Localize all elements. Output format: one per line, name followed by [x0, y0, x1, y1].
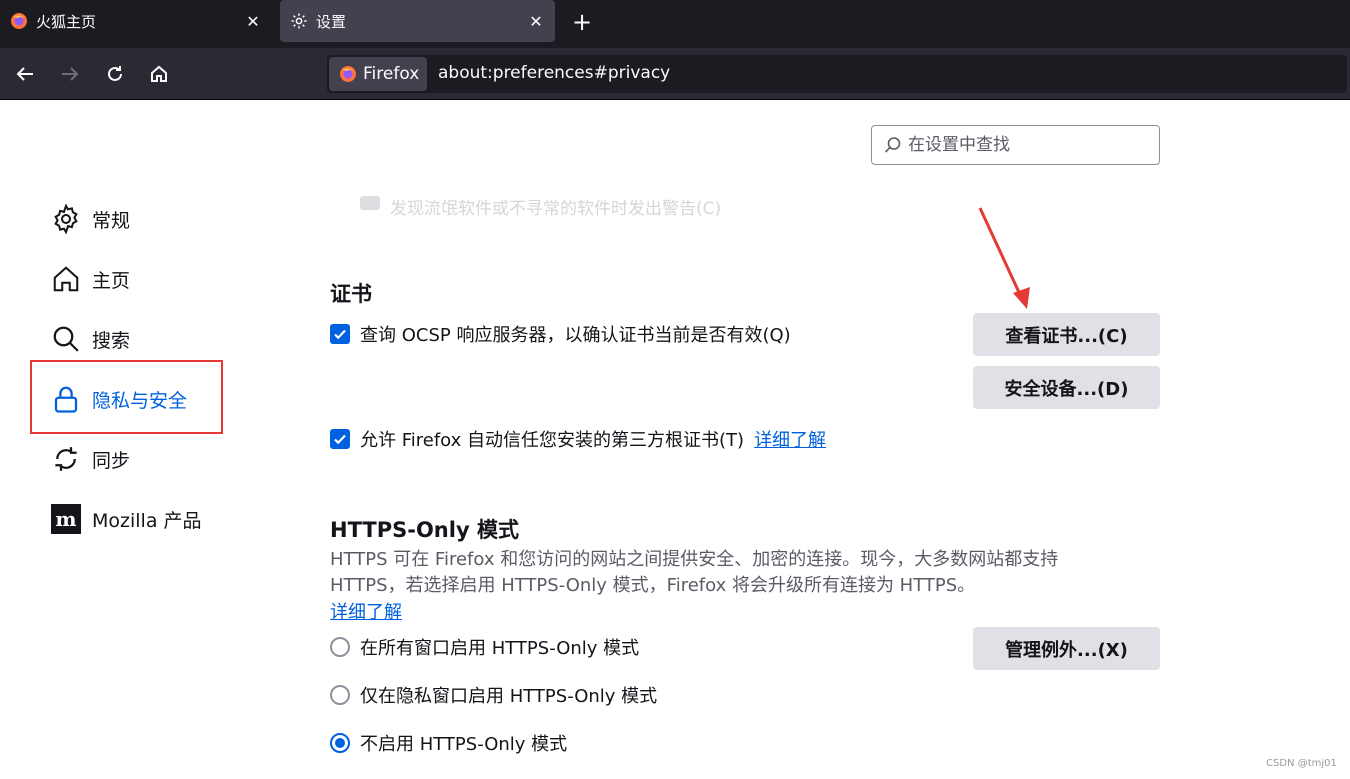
radio-all-windows[interactable]: 在所有窗口启用 HTTPS-Only 模式	[330, 634, 639, 660]
checkbox-checked-icon[interactable]	[330, 429, 350, 449]
https-only-description: HTTPS 可在 Firefox 和您访问的网站之间提供安全、加密的连接。现今，…	[330, 549, 1059, 596]
home-icon[interactable]	[147, 62, 171, 86]
radio-label: 不启用 HTTPS-Only 模式	[360, 734, 568, 755]
third-party-label: 允许 Firefox 自动信任您安装的第三方根证书(T)	[360, 430, 745, 451]
sidebar-item-label: 主页	[92, 269, 131, 292]
back-icon[interactable]	[13, 62, 37, 86]
home-icon	[50, 263, 82, 295]
firefox-icon	[10, 12, 28, 30]
tab-strip: 火狐主页 ✕ 设置 ✕ +	[0, 0, 1350, 48]
learn-more-link[interactable]: 详细了解	[330, 598, 402, 624]
search-input[interactable]	[908, 135, 1148, 155]
new-tab-button[interactable]: +	[570, 10, 594, 34]
learn-more-link[interactable]: 详细了解	[754, 426, 826, 452]
view-certificates-button[interactable]: 查看证书...(C)	[973, 313, 1160, 356]
tab-settings[interactable]: 设置 ✕	[280, 0, 555, 42]
security-devices-button[interactable]: 安全设备...(D)	[973, 366, 1160, 409]
radio-button-selected[interactable]	[330, 733, 350, 753]
sync-icon	[50, 443, 82, 475]
radio-button[interactable]	[330, 685, 350, 705]
reload-icon[interactable]	[103, 62, 127, 86]
close-icon[interactable]: ✕	[244, 12, 262, 31]
navigation-toolbar: Firefox about:preferences#privacy	[0, 48, 1350, 100]
gear-icon	[50, 203, 82, 235]
certificates-heading: 证书	[330, 282, 372, 306]
sidebar-item-label: 常规	[92, 209, 131, 232]
checkbox-checked-icon[interactable]	[330, 324, 350, 344]
search-icon	[50, 323, 82, 355]
sidebar-item-label: Mozilla 产品	[92, 509, 202, 532]
sidebar-item-sync[interactable]: 同步	[50, 439, 240, 479]
sidebar-item-general[interactable]: 常规	[50, 199, 240, 239]
identity-label: Firefox	[363, 64, 420, 84]
tab-firefox-home[interactable]: 火狐主页 ✕	[0, 0, 272, 42]
sidebar-item-label: 同步	[92, 449, 131, 472]
url-bar[interactable]: Firefox about:preferences#privacy	[327, 55, 1347, 93]
svg-text:m: m	[55, 507, 76, 531]
watermark: CSDN @tmj01	[1266, 758, 1337, 769]
tab-label: 设置	[316, 12, 347, 31]
tab-label: 火狐主页	[36, 12, 97, 31]
sidebar-item-search[interactable]: 搜索	[50, 319, 240, 359]
highlight-box	[30, 360, 223, 434]
sidebar-item-mozilla-products[interactable]: m Mozilla 产品	[50, 499, 240, 539]
sidebar-item-home[interactable]: 主页	[50, 259, 240, 299]
faded-setting-text: 发现流氓软件或不寻常的软件时发出警告(C)	[390, 199, 722, 219]
faded-checkbox	[360, 196, 380, 210]
url-text[interactable]: about:preferences#privacy	[438, 63, 670, 83]
settings-search[interactable]	[871, 125, 1160, 165]
gear-icon	[290, 12, 308, 30]
firefox-icon	[339, 65, 357, 83]
radio-private-windows[interactable]: 仅在隐私窗口启用 HTTPS-Only 模式	[330, 682, 657, 708]
mozilla-icon: m	[50, 503, 82, 535]
radio-label: 仅在隐私窗口启用 HTTPS-Only 模式	[360, 686, 658, 707]
annotation-arrow-icon	[978, 207, 1030, 309]
radio-button[interactable]	[330, 637, 350, 657]
third-party-checkbox-row[interactable]: 允许 Firefox 自动信任您安装的第三方根证书(T) 详细了解	[330, 426, 826, 452]
close-icon[interactable]: ✕	[527, 12, 545, 31]
radio-label: 在所有窗口启用 HTTPS-Only 模式	[360, 638, 640, 659]
ocsp-label: 查询 OCSP 响应服务器，以确认证书当前是否有效(Q)	[360, 325, 791, 346]
https-only-heading: HTTPS-Only 模式	[330, 518, 519, 542]
radio-disabled[interactable]: 不启用 HTTPS-Only 模式	[330, 730, 567, 756]
forward-icon[interactable]	[58, 62, 82, 86]
sidebar-item-label: 搜索	[92, 329, 131, 352]
identity-box[interactable]: Firefox	[329, 57, 427, 91]
ocsp-checkbox-row[interactable]: 查询 OCSP 响应服务器，以确认证书当前是否有效(Q)	[330, 321, 791, 347]
manage-exceptions-button[interactable]: 管理例外...(X)	[973, 627, 1160, 670]
search-icon	[884, 136, 902, 154]
